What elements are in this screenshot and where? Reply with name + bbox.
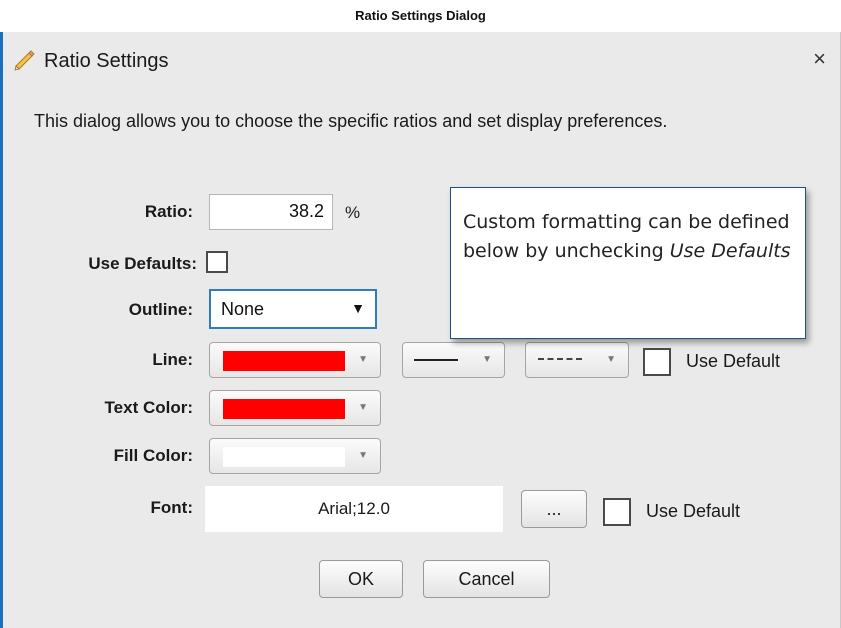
dropdown-arrow-icon: ▼: [606, 354, 616, 365]
dropdown-arrow-icon: ▼: [358, 354, 368, 365]
ok-button[interactable]: OK: [319, 560, 403, 598]
text-color-swatch: [223, 399, 345, 419]
font-use-default-label: Use Default: [646, 501, 741, 521]
fill-color-swatch: [223, 447, 345, 467]
ratio-input[interactable]: 38.2: [209, 194, 333, 230]
dashed-line-icon: [538, 358, 582, 360]
help-tooltip: Custom formatting can be defined below b…: [450, 187, 806, 339]
line-use-default-checkbox[interactable]: [643, 348, 671, 376]
line-label: Line:: [152, 350, 193, 369]
dropdown-arrow-icon: ▼: [358, 402, 368, 413]
ratio-unit: %: [345, 203, 361, 222]
solid-line-icon: [414, 359, 458, 361]
dropdown-arrow-icon: ▼: [482, 354, 492, 365]
use-defaults-checkbox[interactable]: [206, 251, 228, 273]
dialog-title: Ratio Settings: [44, 50, 169, 72]
dropdown-arrow-icon: ▼: [351, 300, 365, 316]
ratio-label: Ratio:: [144, 202, 193, 221]
outline-label: Outline:: [128, 300, 193, 319]
close-icon[interactable]: ×: [813, 46, 826, 72]
use-defaults-label: Use Defaults:: [88, 254, 197, 273]
fill-color-label: Fill Color:: [113, 446, 193, 465]
line-use-default-label: Use Default: [686, 351, 781, 371]
line-width-combo[interactable]: ▼: [402, 342, 505, 378]
fill-color-combo[interactable]: ▼: [209, 438, 381, 474]
text-color-label: Text Color:: [104, 398, 193, 417]
outline-value: None: [221, 299, 265, 319]
title-bar: Ratio Settings ×: [3, 32, 840, 88]
line-color-combo[interactable]: ▼: [209, 342, 381, 378]
text-color-combo[interactable]: ▼: [209, 390, 381, 426]
pencil-icon: [12, 48, 36, 72]
outline-select[interactable]: None ▼: [209, 289, 377, 329]
line-style-combo[interactable]: ▼: [525, 342, 629, 378]
line-color-swatch: [223, 351, 345, 371]
tooltip-emphasis: Use Defaults: [669, 240, 791, 262]
font-use-default-checkbox[interactable]: [603, 498, 631, 526]
ratio-settings-dialog: Ratio Settings × This dialog allows you …: [0, 32, 841, 628]
font-label: Font:: [150, 498, 193, 517]
cancel-button[interactable]: Cancel: [423, 560, 550, 598]
font-field[interactable]: Arial;12.0: [205, 486, 503, 532]
dialog-description: This dialog allows you to choose the spe…: [34, 111, 668, 131]
figure-caption: Ratio Settings Dialog: [355, 8, 486, 23]
dropdown-arrow-icon: ▼: [358, 450, 368, 461]
font-browse-button[interactable]: ...: [521, 490, 587, 528]
